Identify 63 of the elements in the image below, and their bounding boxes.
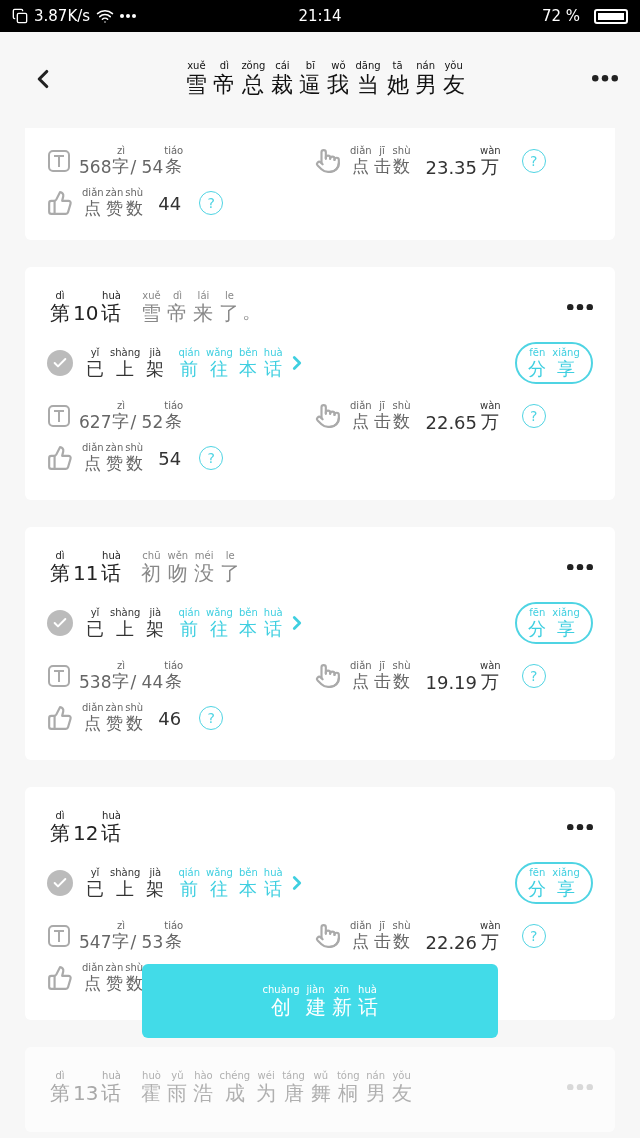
share-button[interactable]: fēn 分 xiǎng 享 <box>515 342 593 384</box>
status-label: yǐ 已 shàng 上 jià 架 <box>85 866 166 900</box>
likes-label: diǎn 点 zàn 赞 shù 数 <box>81 702 145 734</box>
clicks-label: diǎn 点 jī 击 shù 数 <box>349 400 412 432</box>
pointing-hand-icon <box>315 148 341 174</box>
text-icon <box>47 149 71 173</box>
share-button[interactable]: fēn 分 xiǎng 享 <box>515 602 593 644</box>
text-icon <box>47 664 71 688</box>
create-chapter-button[interactable]: chuàng 创 jiàn 建 xīn 新 huà 话 <box>142 964 498 1038</box>
chapter-title: xuě 雪 dì 帝 lái 来 le 了。 <box>140 289 263 325</box>
word-count: 627 zì 字/ 52 tiáo 条 <box>79 400 185 432</box>
clicks-value: 19.19 wàn 万 <box>425 659 502 693</box>
likes-value: 54 <box>158 447 182 469</box>
clicks-value: 22.26 wàn 万 <box>425 919 502 953</box>
share-button[interactable]: fēn 分 xiǎng 享 <box>515 862 593 904</box>
likes-value: 46 <box>158 707 182 729</box>
text-icon <box>47 924 71 948</box>
chapter-number: dì 第 10 huà 话 <box>49 289 123 325</box>
chapter-title: chū 初 wěn 吻 méi 没 le 了 <box>140 549 242 585</box>
check-icon <box>47 610 73 636</box>
pointing-hand-icon <box>315 403 341 429</box>
clicks-value: 23.35 wàn 万 <box>425 144 502 178</box>
sim-icon <box>12 8 28 24</box>
clicks-label: diǎn 点 jī 击 shù 数 <box>349 145 412 177</box>
thumbs-up-icon <box>47 190 73 216</box>
word-count: 568 zì 字/ 54 tiáo 条 <box>79 145 185 177</box>
chapter-number: dì 第 13 huà 话 <box>49 1069 123 1105</box>
more-icon[interactable] <box>567 823 593 831</box>
clicks-label: diǎn 点 jī 击 shù 数 <box>349 660 412 692</box>
check-icon <box>47 870 73 896</box>
status-label: yǐ 已 shàng 上 jià 架 <box>85 606 166 640</box>
more-icon[interactable] <box>567 563 593 571</box>
pointing-hand-icon <box>315 663 341 689</box>
likes-label: diǎn 点 zàn 赞 shù 数 <box>81 962 145 994</box>
text-icon <box>47 404 71 428</box>
word-count: 547 zì 字/ 53 tiáo 条 <box>79 920 185 952</box>
chapter-title: huò 霍 yǔ 雨 hào 浩 chéng 成 wéi 为 táng 唐 wǔ 舞 tóng 桐 nán 男 yǒu 友 <box>140 1069 413 1105</box>
more-icon <box>120 14 137 18</box>
network-speed: 3.87K/s <box>34 7 91 25</box>
go-to-chapter-link[interactable]: qián 前 wǎng 往 běn 本 huà 话 <box>175 346 286 380</box>
clicks-label: diǎn 点 jī 击 shù 数 <box>349 920 412 952</box>
pointing-hand-icon <box>315 923 341 949</box>
more-icon[interactable] <box>567 303 593 311</box>
chapter-number: dì 第 11 huà 话 <box>49 549 123 585</box>
wifi-icon <box>96 7 115 25</box>
likes-label: diǎn 点 zàn 赞 shù 数 <box>81 187 145 219</box>
more-icon[interactable] <box>592 75 618 82</box>
chapter-number: dì 第 12 huà 话 <box>49 809 123 845</box>
thumbs-up-icon <box>47 965 73 991</box>
clicks-value: 22.65 wàn 万 <box>425 399 502 433</box>
thumbs-up-icon <box>47 445 73 471</box>
word-count: 538 zì 字/ 44 tiáo 条 <box>79 660 185 692</box>
thumbs-up-icon <box>47 705 73 731</box>
battery-icon <box>594 8 628 24</box>
clock: 21:14 <box>298 7 342 25</box>
likes-label: diǎn 点 zàn 赞 shù 数 <box>81 442 145 474</box>
go-to-chapter-link[interactable]: qián 前 wǎng 往 běn 本 huà 话 <box>175 866 286 900</box>
battery-percent: 72 % <box>541 7 580 25</box>
go-to-chapter-link[interactable]: qián 前 wǎng 往 běn 本 huà 话 <box>175 606 286 640</box>
check-icon <box>47 350 73 376</box>
likes-value: 44 <box>158 192 182 214</box>
status-label: yǐ 已 shàng 上 jià 架 <box>85 346 166 380</box>
page-title: xuě 雪 dì 帝 zǒng 总 cái 裁 bī 逼 wǒ 我 dāng 当 tā 她 nán 男 yǒu 友 <box>184 59 466 98</box>
